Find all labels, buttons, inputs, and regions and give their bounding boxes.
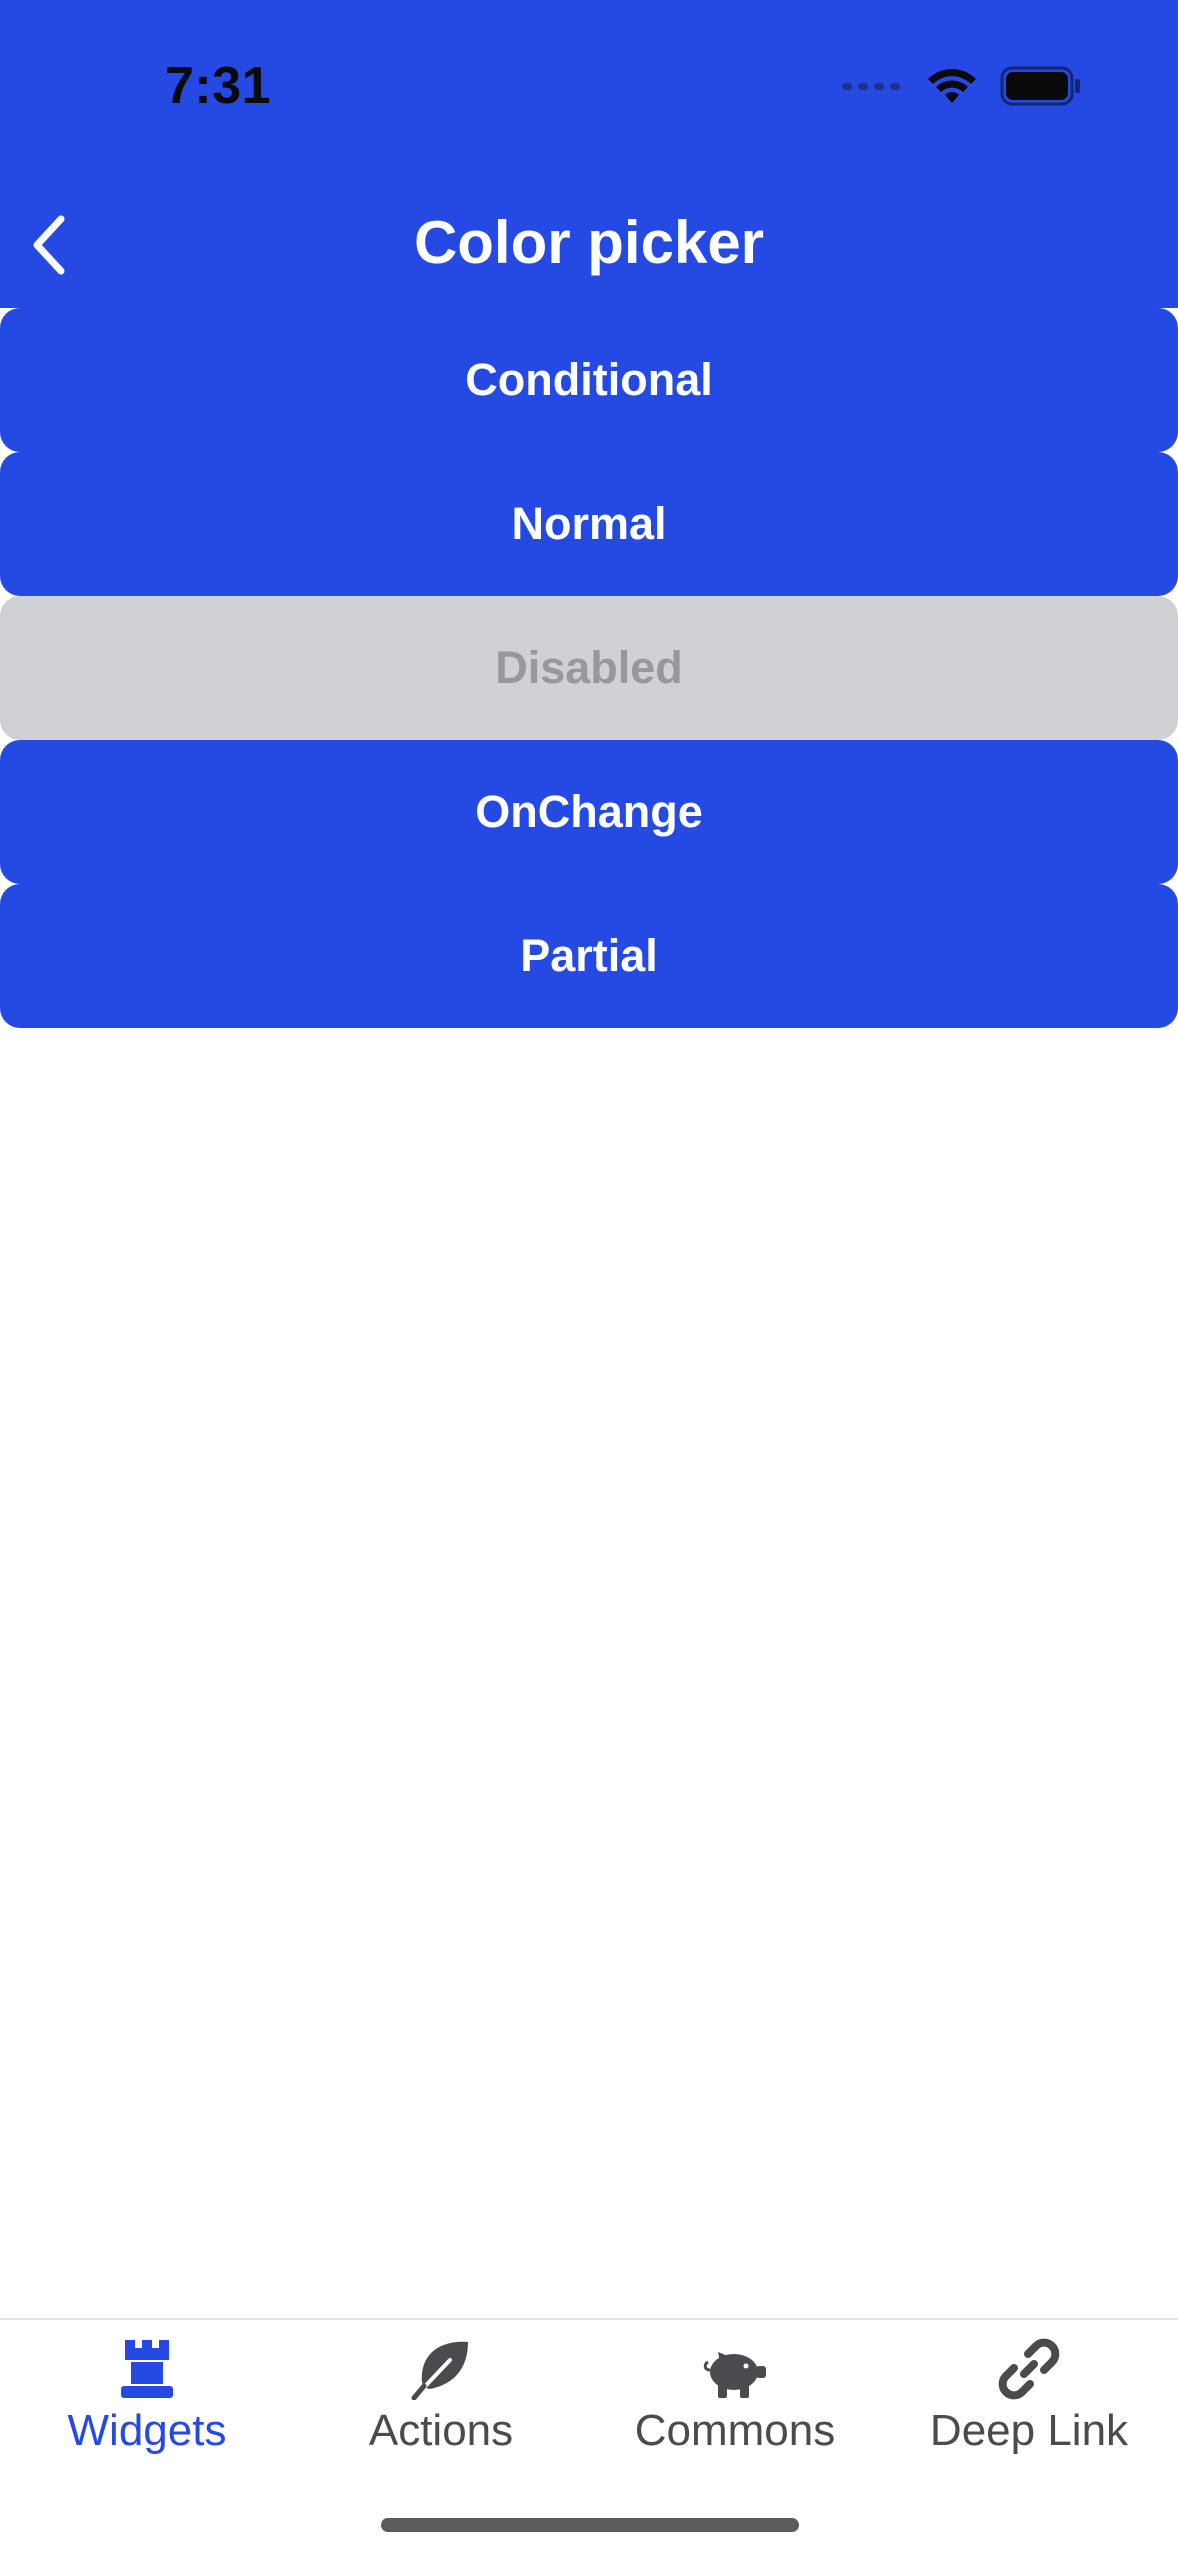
tab-commons[interactable]: Commons	[588, 2328, 882, 2478]
onchange-button-label: OnChange	[475, 786, 703, 837]
app-header: 7:31 Color picker	[0, 0, 1178, 308]
disabled-button-label: Disabled	[495, 642, 683, 693]
button-list: Conditional Normal Disabled OnChange Par…	[0, 308, 1178, 1028]
tab-deep-link-label: Deep Link	[929, 2406, 1129, 2455]
normal-button[interactable]: Normal	[0, 452, 1178, 596]
battery-icon	[1000, 66, 1080, 106]
tab-actions[interactable]: Actions	[294, 2328, 588, 2478]
wifi-icon	[928, 69, 976, 103]
tab-deep-link[interactable]: Deep Link	[882, 2328, 1176, 2478]
rook-icon	[121, 2340, 173, 2398]
onchange-button[interactable]: OnChange	[0, 740, 1178, 884]
page-title: Color picker	[413, 209, 765, 276]
tab-actions-label: Actions	[368, 2406, 514, 2455]
status-icons	[842, 66, 1082, 106]
normal-button-label: Normal	[511, 498, 667, 549]
partial-button[interactable]: Partial	[0, 884, 1178, 1028]
link-icon	[998, 2338, 1060, 2400]
piggy-bank-icon	[703, 2352, 766, 2398]
status-time: 7:31	[165, 57, 272, 115]
partial-button-label: Partial	[520, 930, 658, 981]
home-indicator	[381, 2518, 799, 2532]
conditional-button-label: Conditional	[465, 354, 713, 405]
tab-commons-label: Commons	[634, 2406, 836, 2455]
leaf-icon	[411, 2341, 468, 2400]
tab-widgets[interactable]: Widgets	[0, 2328, 294, 2478]
disabled-button: Disabled	[0, 596, 1178, 740]
cellular-signal-icon	[842, 82, 900, 90]
tab-widgets-label: Widgets	[67, 2406, 227, 2455]
conditional-button[interactable]: Conditional	[0, 308, 1178, 452]
